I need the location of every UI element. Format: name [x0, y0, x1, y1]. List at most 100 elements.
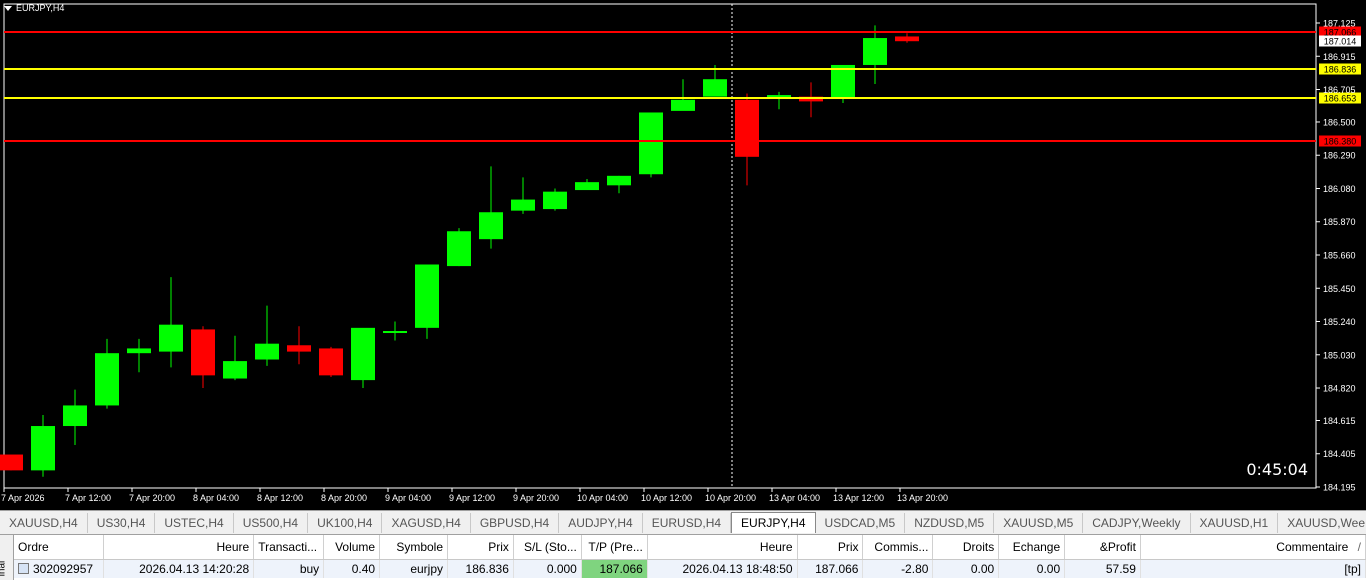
- cell-volume: 0.40: [323, 559, 381, 578]
- cell-sl: 0.000: [513, 559, 582, 578]
- table-header-row: Ordre Heure Transacti... Volume Symbole …: [14, 535, 1366, 560]
- cell-droits: 0.00: [932, 559, 1000, 578]
- candle-bull: [479, 212, 503, 240]
- x-tick-label: 10 Apr 04:00: [577, 493, 628, 503]
- cell-tp: 187.066: [581, 559, 648, 578]
- col-header-profit[interactable]: &Profit: [1064, 535, 1141, 560]
- cell-commission: -2.80: [862, 559, 934, 578]
- x-tick-label: 13 Apr 12:00: [833, 493, 884, 503]
- col-header-transaction[interactable]: Transacti...: [253, 535, 325, 560]
- y-tick-label: 184.405: [1323, 449, 1356, 459]
- col-header-droits[interactable]: Droits: [932, 535, 1000, 560]
- y-tick-label: 185.660: [1323, 251, 1356, 261]
- y-tick-label: 186.915: [1323, 52, 1356, 62]
- terminal-panel: inal Ordre Heure Transacti... Volume Sym…: [0, 534, 1366, 580]
- col-header-echange[interactable]: Echange: [998, 535, 1066, 560]
- x-tick-label: 7 Apr 12:00: [65, 493, 111, 503]
- y-tick-label: 185.240: [1323, 317, 1356, 327]
- table-row[interactable]: 302092957 2026.04.13 14:20:28 buy 0.40 e…: [14, 559, 1366, 578]
- tab-gbpusd-h4[interactable]: GBPUSD,H4: [471, 513, 560, 533]
- col-header-prix-close[interactable]: Prix: [797, 535, 864, 560]
- y-tick-label: 184.820: [1323, 384, 1356, 394]
- y-tick-label: 185.450: [1323, 284, 1356, 294]
- col-header-volume[interactable]: Volume: [323, 535, 381, 560]
- chart-symbol-header[interactable]: EURJPY,H4: [4, 3, 64, 13]
- tab-cadjpy-weekly[interactable]: CADJPY,Weekly: [1083, 513, 1191, 533]
- x-tick-label: 10 Apr 20:00: [705, 493, 756, 503]
- order-icon: [18, 563, 29, 574]
- dropdown-triangle-icon[interactable]: [4, 5, 12, 11]
- terminal-side-strip[interactable]: inal: [0, 535, 14, 580]
- y-tick-label: 186.705: [1323, 85, 1356, 95]
- tab-eurusd-h4[interactable]: EURUSD,H4: [643, 513, 732, 533]
- tab-eurjpy-h4[interactable]: EURJPY,H4: [731, 512, 816, 533]
- tab-xauusd-h1[interactable]: XAUUSD,H1: [1191, 513, 1279, 533]
- col-header-commentaire[interactable]: Commentaire /: [1140, 535, 1366, 560]
- candle-bull: [127, 348, 151, 354]
- level-price-label: 186.836: [1324, 65, 1357, 75]
- col-header-prix[interactable]: Prix: [447, 535, 514, 560]
- candle-bull: [255, 343, 279, 360]
- tab-xauusd-h4[interactable]: XAUUSD,H4: [0, 513, 88, 533]
- x-tick-label: 8 Apr 04:00: [193, 493, 239, 503]
- cell-commentaire: [tp]: [1140, 559, 1366, 578]
- cell-heure: 2026.04.13 14:20:28: [103, 559, 255, 578]
- candle-bull: [223, 361, 247, 379]
- tab-nzdusd-m5[interactable]: NZDUSD,M5: [905, 513, 995, 533]
- candle-bull: [703, 79, 727, 97]
- candle-bull: [511, 199, 535, 211]
- col-header-heure-close[interactable]: Heure: [647, 535, 798, 560]
- col-header-heure[interactable]: Heure: [103, 535, 255, 560]
- col-header-symbole[interactable]: Symbole: [379, 535, 449, 560]
- x-tick-label: 7 Apr 2026: [1, 493, 45, 503]
- candle-bear: [319, 348, 343, 376]
- col-header-commission[interactable]: Commis...: [862, 535, 934, 560]
- col-header-tp[interactable]: T/P (Pre...: [581, 535, 648, 560]
- trade-history-table: Ordre Heure Transacti... Volume Symbole …: [14, 535, 1366, 578]
- candle-bull: [383, 331, 407, 334]
- candle-bull: [639, 112, 663, 175]
- y-tick-label: 186.080: [1323, 184, 1356, 194]
- tab-xauusd-m5[interactable]: XAUUSD,M5: [994, 513, 1084, 533]
- x-tick-label: 10 Apr 12:00: [641, 493, 692, 503]
- y-tick-label: 184.195: [1323, 483, 1356, 493]
- terminal-side-label: inal: [0, 560, 8, 577]
- plot-border: [3, 3, 1317, 489]
- col-header-commentaire-label: Commentaire: [1276, 540, 1349, 554]
- tab-us30-h4[interactable]: US30,H4: [88, 513, 156, 533]
- tab-audjpy-h4[interactable]: AUDJPY,H4: [559, 513, 643, 533]
- candle-bull: [575, 182, 599, 191]
- tab-xagusd-h4[interactable]: XAGUSD,H4: [382, 513, 471, 533]
- cell-prix-close: 187.066: [797, 559, 864, 578]
- col-header-sl[interactable]: S/L (Sto...: [513, 535, 582, 560]
- col-header-ordre[interactable]: Ordre: [14, 535, 105, 560]
- current-price-label: 187.014: [1324, 37, 1357, 47]
- candle-bear: [895, 36, 919, 42]
- y-tick-label: 185.870: [1323, 217, 1356, 227]
- tab-us500-h4[interactable]: US500,H4: [234, 513, 309, 533]
- candle-bull: [31, 426, 55, 471]
- tab-uk100-h4[interactable]: UK100,H4: [308, 513, 383, 533]
- y-tick-label: 184.615: [1323, 416, 1356, 426]
- cell-symbole: eurjpy: [379, 559, 449, 578]
- candle-bull: [447, 231, 471, 267]
- candle-bull: [767, 95, 791, 98]
- x-tick-label: 13 Apr 20:00: [897, 493, 948, 503]
- chart-tabs-bar: XAUUSD,H4 US30,H4 USTEC,H4 US500,H4 UK100,H4…: [0, 510, 1366, 533]
- tab-xauusd-wee[interactable]: XAUUSD,Wee: [1278, 513, 1366, 533]
- price-chart[interactable]: 187.066186.836186.653186.380187.014187.1…: [0, 0, 1366, 510]
- candle-bear: [287, 345, 311, 352]
- candle-bear: [735, 99, 759, 157]
- y-tick-label: 187.125: [1323, 19, 1356, 29]
- candle-bull: [351, 327, 375, 381]
- level-price-label: 186.380: [1324, 137, 1357, 147]
- x-tick-label: 8 Apr 20:00: [321, 493, 367, 503]
- tab-ustec-h4[interactable]: USTEC,H4: [155, 513, 234, 533]
- chart-window[interactable]: EURJPY,H4 187.066 186.836 186.653 186.380 18…: [0, 0, 1366, 510]
- tab-usdcad-m5[interactable]: USDCAD,M5: [816, 513, 906, 533]
- sort-icon: /: [1357, 540, 1361, 554]
- candle-bull: [671, 99, 695, 111]
- x-tick-label: 9 Apr 12:00: [449, 493, 495, 503]
- cell-ordre: 302092957: [14, 559, 105, 578]
- candle-bull: [95, 353, 119, 406]
